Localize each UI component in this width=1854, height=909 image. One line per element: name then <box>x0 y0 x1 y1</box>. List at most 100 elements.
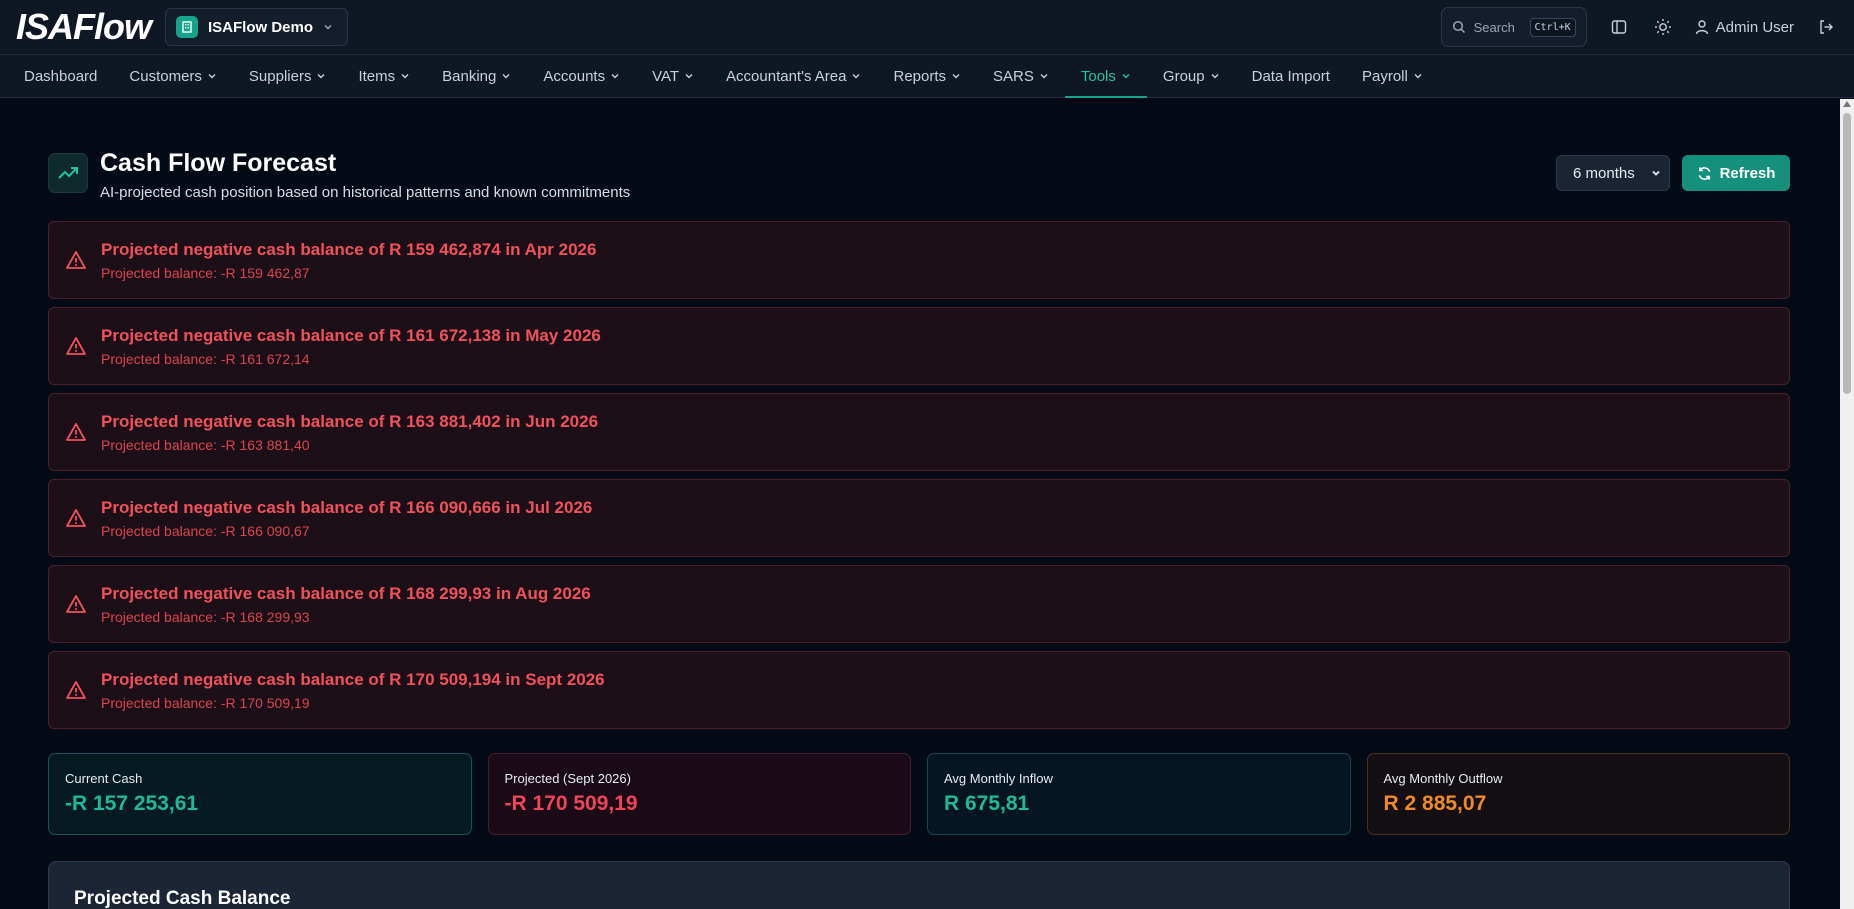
alert-title: Projected negative cash balance of R 163… <box>101 411 599 431</box>
alert-detail: Projected balance: -R 159 462,87 <box>101 264 310 281</box>
logo-text: ISAFlow <box>16 6 152 47</box>
nav-item-sars[interactable]: SARS <box>977 55 1065 97</box>
alert-item: Projected negative cash balance of R 163… <box>48 393 1790 471</box>
chevron-down-icon <box>502 74 510 79</box>
alert-item: Projected negative cash balance of R 161… <box>48 307 1790 385</box>
chevron-down-icon <box>208 74 216 79</box>
alert-title: Projected negative cash balance of R 161… <box>101 325 601 345</box>
app-logo[interactable]: ISAFlow <box>16 6 152 47</box>
alerts-list: Projected negative cash balance of R 159… <box>48 221 1790 729</box>
nav-item-label: Customers <box>129 67 202 85</box>
stat-card: Avg Monthly Inflow R 675,81 <box>927 753 1351 835</box>
nav-item-label: Dashboard <box>24 67 98 85</box>
scrollbar[interactable] <box>1840 99 1854 909</box>
nav-item-label: Accounts <box>543 67 606 85</box>
page-header: Cash Flow Forecast AI-projected cash pos… <box>48 149 1790 213</box>
top-bar: ISAFlow ISAFlow Demo Search Ctrl+K Admin… <box>0 0 1854 55</box>
search-label: Search <box>1473 19 1515 35</box>
page-subtitle: AI-projected cash position based on hist… <box>100 184 631 201</box>
nav-item-vat[interactable]: VAT <box>636 55 710 97</box>
alert-detail: Projected balance: -R 161 672,14 <box>101 350 310 367</box>
scroll-up-arrow[interactable] <box>1843 101 1851 107</box>
nav-item-group[interactable]: Group <box>1147 55 1236 97</box>
building-icon <box>176 16 198 38</box>
nav-item-customers[interactable]: Customers <box>113 55 233 97</box>
nav-item-reports[interactable]: Reports <box>877 55 977 97</box>
alert-title: Projected negative cash balance of R 170… <box>101 669 605 689</box>
nav-item-suppliers[interactable]: Suppliers <box>233 55 343 97</box>
user-menu[interactable]: Admin User <box>1695 19 1794 36</box>
nav-item-label: Group <box>1162 67 1205 85</box>
stat-label: Avg Monthly Outflow <box>1383 771 1503 786</box>
company-switcher[interactable]: ISAFlow Demo <box>165 8 349 46</box>
stat-value: -R 170 509,19 <box>504 792 638 815</box>
chart-card-title: Projected Cash Balance <box>74 888 291 909</box>
chevron-down-icon <box>317 74 325 79</box>
nav-item-dashboard[interactable]: Dashboard <box>8 55 113 97</box>
chevron-down-icon <box>611 74 619 79</box>
chevron-down-icon <box>1652 170 1660 176</box>
warning-triangle-icon <box>66 681 86 699</box>
alert-title: Projected negative cash balance of R 166… <box>101 497 593 517</box>
stat-label: Projected (Sept 2026) <box>504 771 631 786</box>
warning-triangle-icon <box>66 509 86 527</box>
company-name: ISAFlow Demo <box>208 18 314 36</box>
chevron-down-icon <box>401 74 409 79</box>
nav-item-label: SARS <box>993 67 1034 85</box>
nav-item-label: Items <box>358 67 396 85</box>
nav-item-label: Accountant's Area <box>726 67 847 85</box>
stat-value: R 675,81 <box>944 792 1030 815</box>
warning-triangle-icon <box>66 251 86 269</box>
stat-value: -R 157 253,61 <box>65 792 199 815</box>
stat-card: Avg Monthly Outflow R 2 885,07 <box>1366 753 1790 835</box>
refresh-icon <box>1698 166 1710 180</box>
refresh-button[interactable]: Refresh <box>1682 155 1790 191</box>
warning-triangle-icon <box>66 337 86 355</box>
alert-item: Projected negative cash balance of R 168… <box>48 565 1790 643</box>
chevron-down-icon <box>324 24 332 30</box>
sidebar-toggle-icon[interactable] <box>1607 15 1631 39</box>
stat-card: Projected (Sept 2026) -R 170 509,19 <box>487 753 911 835</box>
nav-item-label: Banking <box>442 67 497 85</box>
chevron-down-icon <box>852 74 860 79</box>
projected-cash-balance-card: Projected Cash Balance <box>48 861 1790 909</box>
alert-detail: Projected balance: -R 170 509,19 <box>101 694 310 711</box>
theme-toggle-sun-icon[interactable] <box>1651 15 1675 39</box>
alert-item: Projected negative cash balance of R 159… <box>48 221 1790 299</box>
nav-item-accountant-s-area[interactable]: Accountant's Area <box>710 55 877 97</box>
nav-item-items[interactable]: Items <box>342 55 426 97</box>
alert-title: Projected negative cash balance of R 159… <box>101 239 597 259</box>
nav-item-banking[interactable]: Banking <box>426 55 527 97</box>
stat-card: Current Cash -R 157 253,61 <box>48 753 472 835</box>
search-shortcut: Ctrl+K <box>1529 17 1576 37</box>
page-title: Cash Flow Forecast <box>100 149 337 177</box>
search-icon <box>1452 20 1465 34</box>
stat-value: R 2 885,07 <box>1383 792 1487 815</box>
period-select[interactable]: 6 months <box>1556 155 1670 191</box>
alert-detail: Projected balance: -R 166 090,67 <box>101 522 310 539</box>
nav-item-data-import[interactable]: Data Import <box>1236 55 1346 97</box>
nav-item-accounts[interactable]: Accounts <box>527 55 636 97</box>
refresh-label: Refresh <box>1719 164 1776 182</box>
nav-item-label: Tools <box>1080 67 1116 85</box>
nav-item-payroll[interactable]: Payroll <box>1346 55 1439 97</box>
nav-item-label: Data Import <box>1251 67 1330 85</box>
scroll-thumb[interactable] <box>1843 113 1851 394</box>
nav-item-tools[interactable]: Tools <box>1064 55 1147 98</box>
alert-title: Projected negative cash balance of R 168… <box>101 583 591 603</box>
chevron-down-icon <box>685 74 693 79</box>
stat-label: Current Cash <box>65 771 143 786</box>
search-button[interactable]: Search Ctrl+K <box>1440 7 1587 47</box>
alert-detail: Projected balance: -R 168 299,93 <box>101 608 310 625</box>
warning-triangle-icon <box>66 423 86 441</box>
alert-detail: Projected balance: -R 163 881,40 <box>101 436 310 453</box>
chevron-down-icon <box>952 74 960 79</box>
nav-item-label: Payroll <box>1361 67 1408 85</box>
logout-icon[interactable] <box>1814 15 1838 39</box>
alert-item: Projected negative cash balance of R 170… <box>48 651 1790 729</box>
main-nav: Dashboard Customers Suppliers Items Banking A… <box>0 55 1854 98</box>
warning-triangle-icon <box>66 595 86 613</box>
chevron-down-icon <box>1211 74 1219 79</box>
alert-item: Projected negative cash balance of R 166… <box>48 479 1790 557</box>
chevron-down-icon <box>1122 74 1130 79</box>
